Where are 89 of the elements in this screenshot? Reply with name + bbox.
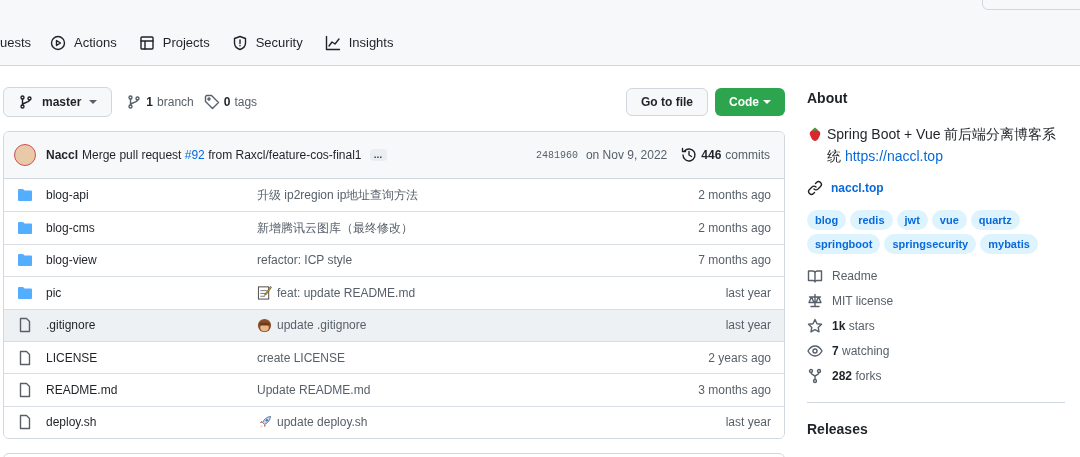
avatar [14, 144, 36, 166]
graph-icon [324, 35, 341, 51]
commit-age: last year [725, 284, 771, 302]
repo-tab[interactable]: uests [0, 21, 32, 65]
topic-tag[interactable]: vue [931, 210, 967, 230]
folder-icon [17, 252, 33, 269]
commit-age: 2 years ago [708, 349, 771, 367]
table-icon [138, 35, 155, 51]
commit-message-link[interactable]: 升级 ip2region ip地址查询方法 [257, 186, 419, 205]
commit-message-link[interactable]: Update README.md [257, 381, 371, 400]
eye-icon [807, 343, 823, 359]
description-link[interactable]: https://naccl.top [844, 148, 943, 164]
about-heading: About [807, 89, 849, 108]
tag-icon [203, 94, 220, 110]
repo-stat[interactable]: 1k stars [807, 318, 1069, 334]
file-name[interactable]: README.md [46, 381, 257, 400]
commit-sha[interactable]: 2481960 [535, 147, 578, 163]
file-icon [17, 382, 33, 399]
commit-message-link[interactable]: 新增腾讯云图库（最终修改） [257, 219, 413, 238]
file-icon [17, 349, 33, 366]
commit-age: 3 months ago [698, 382, 771, 400]
tags-link[interactable]: 0 tags [203, 93, 258, 111]
branch-selector[interactable]: master [3, 87, 113, 117]
file-name[interactable]: LICENSE [46, 348, 257, 367]
file-name[interactable]: deploy.sh [46, 413, 257, 432]
commit-message-link[interactable]: feat: update README.md [277, 283, 416, 302]
topic-tag[interactable]: jwt [896, 210, 928, 230]
commit-message-link[interactable]: create LICENSE [257, 348, 346, 367]
file-name[interactable]: blog-api [46, 186, 257, 205]
repo-tab[interactable]: Actions [50, 21, 117, 65]
caret-icon [763, 100, 771, 104]
repo-stat[interactable]: 7 watching [807, 343, 1069, 359]
branches-link[interactable]: 1 branch [126, 93, 194, 111]
commit-age: 7 months ago [698, 252, 771, 270]
file-name[interactable]: blog-cms [46, 219, 257, 238]
file-icon [17, 317, 33, 334]
pr-link[interactable]: #92 [184, 148, 205, 162]
commits-link[interactable]: 446 commits [681, 146, 770, 164]
go-to-file-button[interactable]: Go to file [626, 88, 708, 116]
commit-message-link[interactable]: refactor: ICP style [257, 251, 353, 270]
file-name[interactable]: pic [46, 283, 257, 302]
repo-stat[interactable]: Readme [807, 268, 1069, 284]
repo-tab[interactable]: Projects [138, 21, 210, 65]
repo-tab[interactable]: Security [231, 21, 303, 65]
strawberry-icon [807, 126, 823, 142]
commit-message-link[interactable]: update deploy.sh [277, 413, 368, 432]
topic-tag[interactable]: quartz [970, 210, 1020, 230]
repo-description: Spring Boot + Vue 前后端分离博客系统 https://naccl.top [807, 123, 1069, 167]
expand-button[interactable]: … [369, 149, 387, 161]
rocket-icon [257, 414, 272, 430]
branch-icon [18, 94, 34, 110]
scale-icon [807, 293, 823, 309]
repo-stat[interactable]: 282 forks [807, 368, 1069, 384]
topic-tag[interactable]: springsecurity [884, 234, 977, 254]
releases-heading: Releases [807, 420, 869, 439]
star-icon [807, 318, 823, 334]
book-icon [807, 268, 823, 284]
play-circle-icon [50, 35, 67, 51]
topic-tag[interactable]: mybatis [980, 234, 1038, 254]
folder-icon [17, 284, 33, 301]
commit-message-link[interactable]: update .gitignore [277, 316, 367, 335]
link-icon [807, 180, 823, 196]
caret-icon [89, 100, 98, 104]
repo-stat[interactable]: MIT license [807, 293, 1069, 309]
history-icon [681, 147, 698, 163]
commit-age: 2 months ago [698, 220, 771, 238]
file-name[interactable]: blog-view [46, 251, 257, 270]
fork-icon [807, 368, 823, 384]
topic-tag[interactable]: blog [807, 210, 847, 230]
file-icon [17, 414, 33, 431]
commit-author[interactable]: Naccl [46, 146, 79, 164]
repo-tab[interactable]: Insights [324, 21, 394, 65]
file-name[interactable]: .gitignore [46, 316, 257, 335]
website-link[interactable]: naccl.top [807, 179, 1069, 197]
commit-age: last year [725, 414, 771, 432]
shield-icon [231, 35, 248, 51]
commit-age: last year [725, 317, 771, 335]
folder-icon [17, 220, 33, 237]
folder-icon [17, 187, 33, 204]
topic-tag[interactable]: springboot [807, 234, 881, 254]
monkey-icon [257, 317, 272, 333]
commit-date: on Nov 9, 2022 [585, 147, 668, 164]
file-row[interactable]: .gitignore update .gitignore last year [4, 308, 784, 341]
commit-age: 2 months ago [698, 187, 771, 205]
file-row[interactable]: deploy.sh update deploy.sh last year [4, 405, 784, 439]
notepad-icon [257, 285, 272, 301]
branch-icon [126, 94, 143, 110]
commit-message: Merge pull request #92 from Raxcl/feature-cos-final1 [82, 147, 362, 164]
topic-tag[interactable]: redis [850, 210, 893, 230]
